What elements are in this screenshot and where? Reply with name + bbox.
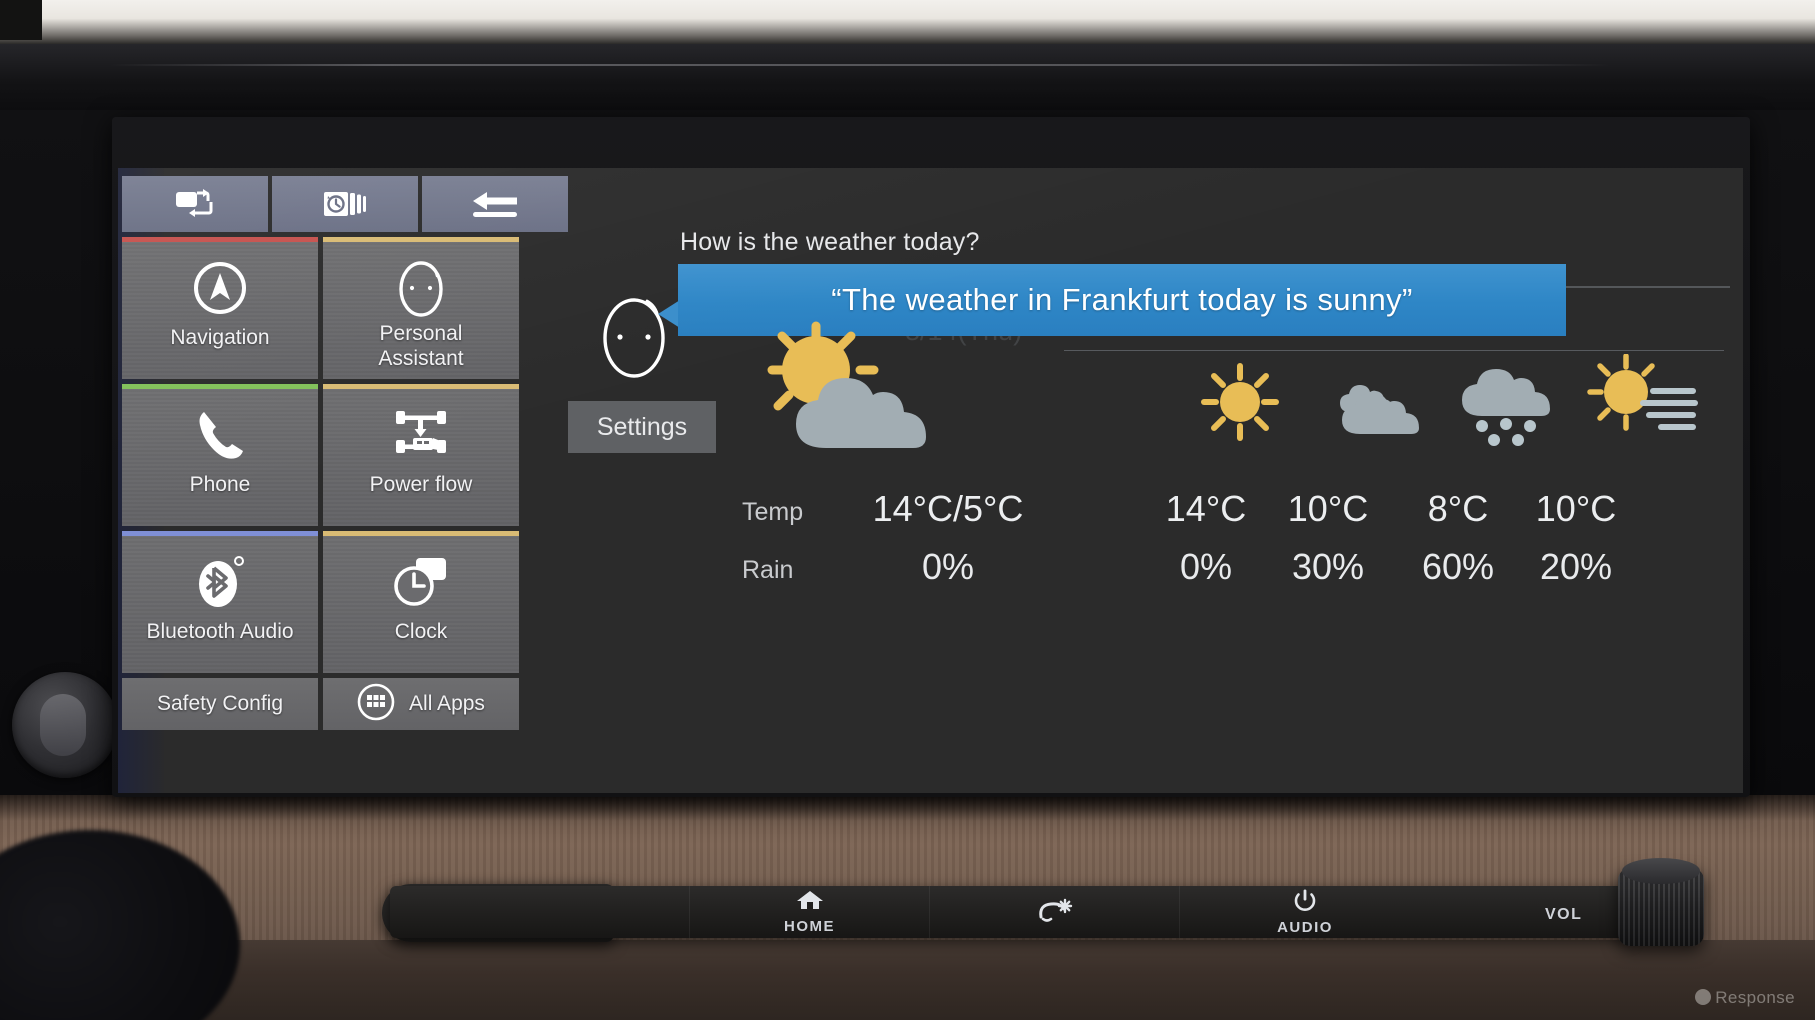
defrost-icon [1035,897,1075,928]
temp-row-label: Temp [742,498,804,526]
dashboard-lower [0,940,1815,1020]
speech-bubble-tail [658,300,680,328]
tile-accent-navigation [122,237,318,242]
rain-f4: 20% [1539,546,1613,587]
watermark: Response [1695,988,1795,1008]
recent-history-button[interactable] [272,176,418,232]
personal-assistant-face-icon [397,259,445,317]
screen-toolbar [118,176,568,232]
tile-accent-bluetooth-audio [122,531,318,536]
defrost-button[interactable] [930,886,1180,938]
left-menu-column: Navigation Personal Assistant Phone Powe… [118,176,568,730]
sun-icon [1200,362,1280,447]
power-icon [1293,888,1317,917]
car-dashboard-scene: Navigation Personal Assistant Phone Powe… [0,0,1815,1020]
windshield-reflection [0,0,1815,46]
all-apps-label: All Apps [409,692,485,715]
settings-label: Settings [596,412,688,441]
tile-label-navigation: Navigation [170,326,270,349]
safety-config-button[interactable]: Safety Config [122,678,318,730]
recent-history-icon [322,188,368,220]
dashboard-speaker-grille [12,672,118,778]
hw-blank-left [390,886,690,938]
tile-label-personal-assistant: Personal Assistant [378,321,463,371]
home-icon [795,889,825,916]
home-button[interactable]: HOME [690,886,930,938]
back-button[interactable] [422,176,568,232]
clock-icon [390,553,452,611]
tile-label-phone: Phone [189,473,251,496]
screen-transfer-button[interactable] [122,176,268,232]
tile-accent-phone [122,384,318,389]
sun-behind-cloud-icon [756,320,992,461]
weather-row-temp: Temp 14°C/5°C 14°C 10°C 8°C 10°C [728,488,1728,546]
assistant-response-text: “The weather in Frankfurt today is sunny… [831,282,1413,317]
windshield-left-pillar [0,0,42,40]
watermark-text: Response [1715,988,1795,1007]
safety-config-label: Safety Config [156,692,284,715]
tile-power-flow[interactable]: Power flow [323,384,519,526]
tile-row-2: Phone Power flow [122,384,568,526]
grid-apps-icon [357,683,395,726]
back-arrow-icon [471,189,519,219]
bluetooth-icon [194,553,246,611]
phone-handset-icon [191,406,249,464]
tile-row-3: Bluetooth Audio Clock [122,531,568,673]
menu-bottom-row: Safety Config All Apps [122,678,568,730]
tile-bluetooth-audio[interactable]: Bluetooth Audio [122,531,318,673]
hardware-button-strip: HOME AUDIO [390,886,1630,938]
tile-label-pa-line1: Personal [379,322,463,345]
tile-clock[interactable]: Clock [323,531,519,673]
tile-accent-power-flow [323,384,519,389]
cloud-icon [1328,372,1432,443]
tile-accent-personal-assistant [323,237,519,242]
temp-today: 14°C/5°C [872,488,1024,529]
infotainment-screen[interactable]: Navigation Personal Assistant Phone Powe… [118,168,1743,793]
volume-label: VOL [1545,906,1583,923]
watermark-mark-icon [1695,989,1712,1005]
sun-haze-icon [1584,353,1704,445]
weather-data-rows: Temp 14°C/5°C 14°C 10°C 8°C 10°C Rain 0%… [728,488,1728,604]
tile-navigation[interactable]: Navigation [122,237,318,379]
volume-knob[interactable] [1618,858,1704,946]
tile-row-1: Navigation Personal Assistant [122,237,568,379]
tile-label-pa-line2: Assistant [378,347,464,370]
tile-label-bluetooth-audio: Bluetooth Audio [146,620,294,643]
navigation-compass-icon [192,259,248,317]
tile-label-power-flow: Power flow [369,473,473,496]
dashboard-upper [0,44,1815,114]
rain-today: 0% [921,546,975,587]
settings-button[interactable]: Settings [568,401,716,453]
tile-personal-assistant[interactable]: Personal Assistant [323,237,519,379]
all-apps-button[interactable]: All Apps [323,678,519,730]
tile-phone[interactable]: Phone [122,384,318,526]
audio-caption: AUDIO [1277,919,1333,936]
power-flow-drivetrain-icon [388,406,454,464]
assistant-weather-panel: How is the weather today? 8/14(Thu) 12 1… [568,168,1743,793]
weather-row-rain: Rain 0% 0% 30% 60% 20% [728,546,1728,604]
temp-f4: 10°C [1535,488,1617,529]
audio-power-button[interactable]: AUDIO [1180,886,1430,938]
snow-cloud-icon [1454,358,1570,453]
rain-row-label: Rain [742,556,794,584]
app-tile-grid: Navigation Personal Assistant Phone Powe… [118,237,568,730]
wood-trim-shadow [0,795,1815,821]
dashboard-seam [110,64,1610,66]
assistant-prompt-text: How is the weather today? [680,228,980,256]
weather-icon-row [728,321,1728,466]
weather-forecast: Temp 14°C/5°C 14°C 10°C 8°C 10°C Rain 0%… [728,321,1728,766]
tile-accent-clock [323,531,519,536]
home-caption: HOME [784,918,835,935]
screen-transfer-icon [173,187,217,221]
tile-label-clock: Clock [394,620,448,643]
